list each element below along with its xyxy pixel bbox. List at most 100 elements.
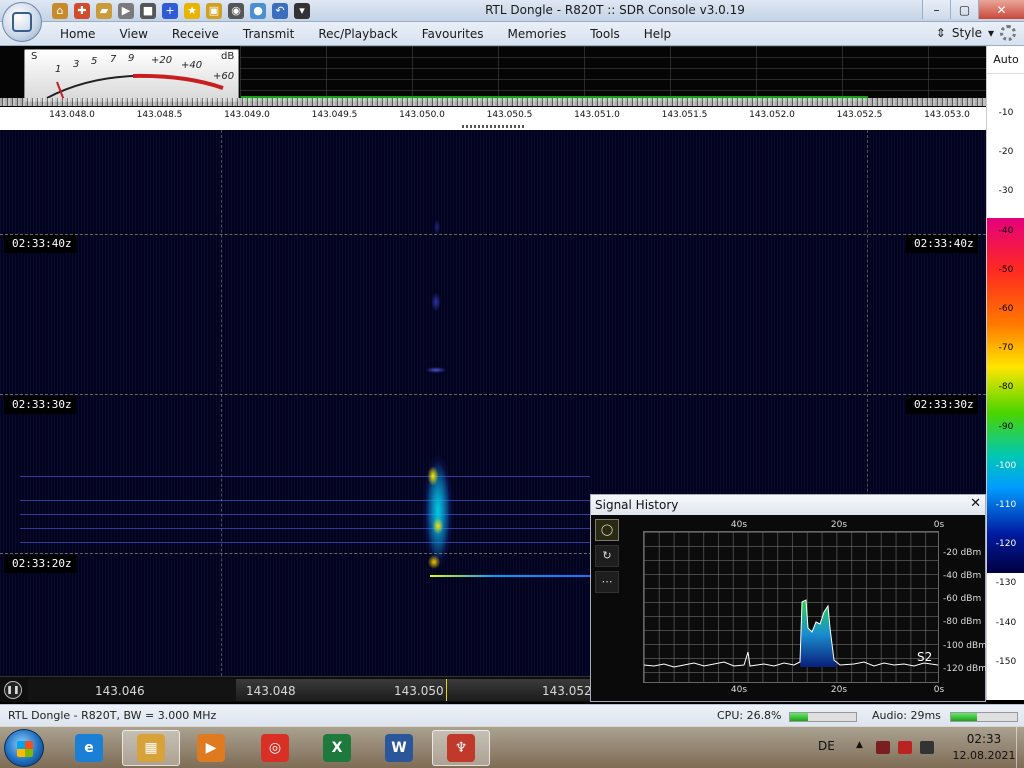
- db-tick-label: -50: [998, 264, 1014, 275]
- waterfall-streak: [20, 514, 590, 515]
- word-icon: W: [385, 734, 413, 762]
- auto-button[interactable]: Auto: [987, 46, 1024, 74]
- tuning-cursor[interactable]: [446, 679, 447, 701]
- time-axis-label: 0s: [933, 685, 945, 695]
- s-scale-7: 7: [110, 54, 117, 65]
- resize-grip[interactable]: [462, 125, 524, 128]
- taskbar-app-button[interactable]: ▶: [182, 730, 240, 766]
- application-menu-button[interactable]: [2, 2, 42, 42]
- taskbar-app-button[interactable]: ◎: [246, 730, 304, 766]
- dropdown-icon[interactable]: ▾: [294, 3, 310, 19]
- sdr-console-window: ⌂ ✚ ▰ ▶ ■ + ★ ▣ ◉ ● ↶ ▾ RTL Dongle - R820T :: SDR C…: [0, 0, 1024, 768]
- s-meter: S dB 1 3 5 7 9 +20 +40 +60: [24, 49, 239, 102]
- db-scale[interactable]: Auto -10 -20 -30 -40 -50 -60 -70 -80 -90 -100 -110…: [986, 46, 1024, 700]
- db-tick-label: -30: [998, 186, 1014, 197]
- taskbar-app-button[interactable]: W: [370, 730, 428, 766]
- device-tray-icon[interactable]: [876, 741, 890, 754]
- status-bar: RTL Dongle - R820T, BW = 3.000 MHz CPU: …: [0, 704, 1024, 726]
- reset-icon[interactable]: ↻: [595, 545, 619, 567]
- tab-favourites[interactable]: Favourites: [410, 22, 496, 46]
- audio-latency-label: Audio: 29ms: [872, 709, 941, 722]
- drop-icon[interactable]: ●: [250, 3, 266, 19]
- taskbar-app-button[interactable]: e: [60, 730, 118, 766]
- timestamp-left: 02:33:20z: [4, 555, 76, 573]
- clock-date[interactable]: 12.08.2021: [950, 749, 1018, 762]
- tab-memories[interactable]: Memories: [496, 22, 579, 46]
- cpu-usage-label: CPU: 26.8%: [717, 709, 782, 722]
- window-controls: – ▢ ✕: [922, 0, 1024, 20]
- tab-home[interactable]: Home: [48, 22, 107, 46]
- tab-view[interactable]: View: [107, 22, 159, 46]
- record-toggle-icon[interactable]: ◯: [595, 519, 619, 541]
- star-icon[interactable]: ★: [184, 3, 200, 19]
- time-axis-label: 20s: [830, 520, 848, 530]
- quick-access-toolbar: ⌂ ✚ ▰ ▶ ■ + ★ ▣ ◉ ● ↶ ▾: [52, 3, 310, 19]
- s-scale-3: 3: [73, 59, 80, 70]
- db-label: dB: [221, 51, 235, 62]
- taskbar-app-button[interactable]: X: [308, 730, 366, 766]
- db-tick-label: -150: [995, 656, 1017, 667]
- show-hidden-icons-icon[interactable]: ▲: [856, 740, 863, 750]
- sdr-console-icon: ♆: [447, 734, 475, 762]
- pause-icon[interactable]: ❚❚: [4, 681, 22, 699]
- timestamp-right: 02:33:30z: [906, 396, 978, 414]
- frequency-ruler[interactable]: 143.048.0 143.048.5 143.049.0 143.049.5 143.…: [0, 107, 986, 124]
- frequency-tick-label: 143.053.0: [924, 110, 970, 120]
- maximize-button[interactable]: ▢: [950, 0, 978, 19]
- signal-carrier-line: [430, 575, 590, 577]
- dbm-axis-label: -20 dBm: [943, 548, 982, 558]
- tab-help[interactable]: Help: [632, 22, 683, 46]
- taskbar-app-button[interactable]: ▦: [122, 730, 180, 766]
- media-player-icon: ▶: [197, 734, 225, 762]
- waterfall-streak: [20, 542, 590, 543]
- cpu-usage-bar: [789, 712, 857, 722]
- waterfall-streak: [20, 500, 590, 501]
- db-tick-label: -10: [998, 108, 1014, 118]
- system-tray: DE ▲ 02:33 12.08.2021: [794, 727, 1024, 768]
- lifebuoy-icon[interactable]: ✚: [74, 3, 90, 19]
- time-gridline: [0, 234, 986, 235]
- undo-icon[interactable]: ↶: [272, 3, 288, 19]
- play-icon[interactable]: ▶: [118, 3, 134, 19]
- db-scale-40: +40: [181, 60, 203, 71]
- device-status: RTL Dongle - R820T, BW = 3.000 MHz: [8, 709, 217, 722]
- tab-tools[interactable]: Tools: [578, 22, 632, 46]
- tab-transmit[interactable]: Transmit: [231, 22, 306, 46]
- spectrum-noise-floor: [0, 98, 986, 106]
- lock-icon[interactable]: ▣: [206, 3, 222, 19]
- waterfall-streak: [20, 476, 590, 477]
- spectrum-display[interactable]: S dB 1 3 5 7 9 +20 +40 +60: [0, 46, 986, 104]
- minimize-button[interactable]: –: [922, 0, 950, 19]
- clock-time[interactable]: 02:33: [954, 732, 1014, 746]
- signal-history-header[interactable]: Signal History ✕: [591, 495, 985, 515]
- style-menu[interactable]: ⇕ Style ▾: [936, 25, 1016, 41]
- tab-receive[interactable]: Receive: [160, 22, 231, 46]
- tab-rec-playback[interactable]: Rec/Playback: [306, 22, 409, 46]
- folder-icon[interactable]: ▰: [96, 3, 112, 19]
- language-indicator[interactable]: DE: [818, 739, 835, 753]
- signal-history-close-button[interactable]: ✕: [970, 496, 981, 511]
- more-options-icon[interactable]: ⋯: [595, 571, 619, 593]
- stop-icon[interactable]: ■: [140, 3, 156, 19]
- timestamp-left: 02:33:40z: [4, 235, 76, 253]
- s-unit-readout: S2: [917, 650, 933, 664]
- camera-icon[interactable]: ◉: [228, 3, 244, 19]
- home-icon[interactable]: ⌂: [52, 3, 68, 19]
- add-icon[interactable]: +: [162, 3, 178, 19]
- show-desktop-button[interactable]: [1016, 727, 1024, 768]
- network-icon[interactable]: [920, 741, 934, 754]
- cpu-usage-fill: [790, 713, 808, 721]
- signal-history-graph: [643, 531, 939, 683]
- explorer-icon: ▦: [137, 734, 165, 762]
- db-tick-label: -90: [998, 421, 1014, 432]
- start-button[interactable]: [4, 729, 44, 767]
- gear-icon[interactable]: [1000, 25, 1016, 41]
- frequency-tick-label: 143.051.0: [574, 110, 620, 120]
- taskbar-app-button[interactable]: ♆: [432, 730, 490, 766]
- action-center-icon[interactable]: [898, 741, 912, 754]
- db-tick-label: -80: [998, 382, 1014, 393]
- frequency-tick-label: 143.052.0: [749, 110, 795, 120]
- db-tick-label: -140: [995, 617, 1017, 628]
- close-button[interactable]: ✕: [978, 0, 1024, 19]
- frequency-tick-label: 143.048.5: [136, 110, 183, 120]
